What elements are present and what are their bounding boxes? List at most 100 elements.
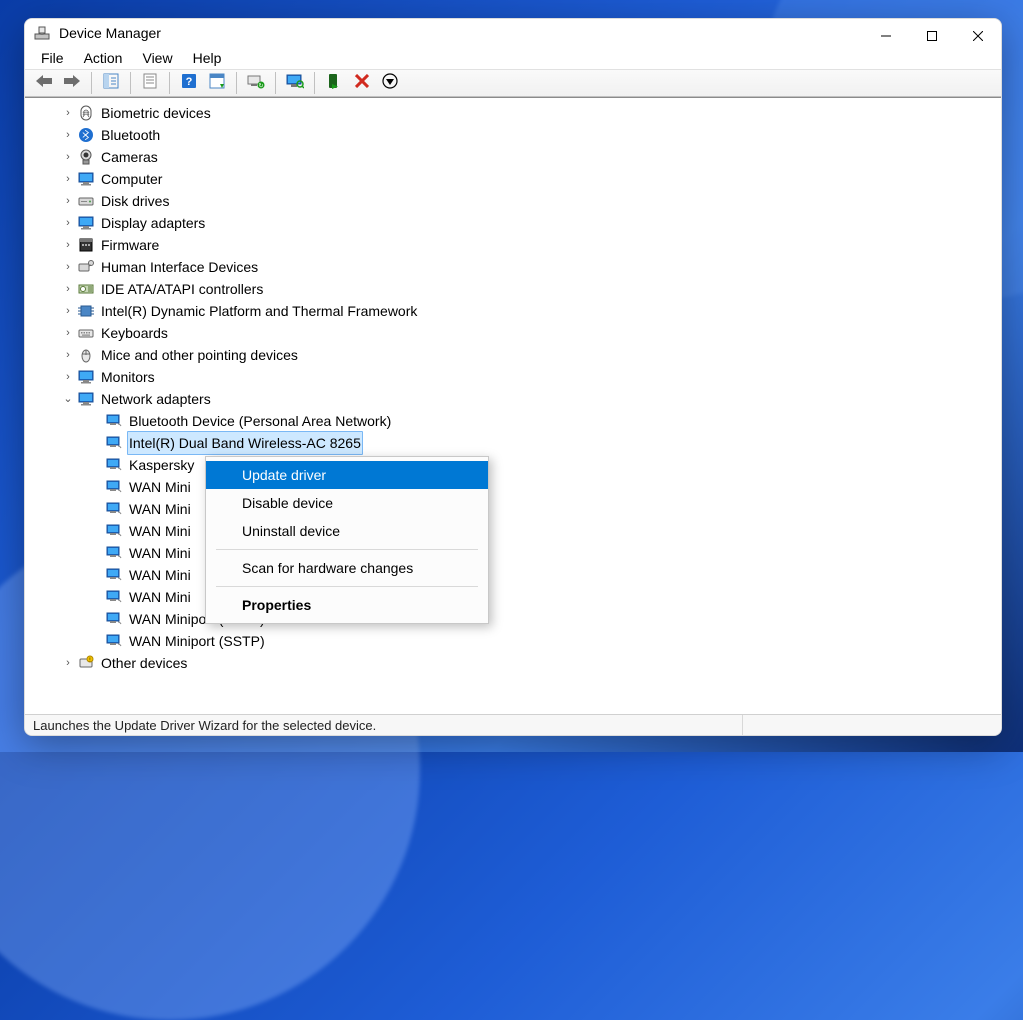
maximize-button[interactable] bbox=[909, 19, 955, 53]
menu-action[interactable]: Action bbox=[74, 47, 133, 69]
device-manager-window: Device Manager File Action View Help bbox=[24, 18, 1002, 736]
tree-item[interactable]: ›Cameras bbox=[33, 146, 1001, 168]
action-sheet-icon bbox=[209, 73, 225, 92]
expand-icon[interactable]: › bbox=[61, 124, 75, 146]
expand-icon[interactable]: › bbox=[61, 102, 75, 124]
context-menu-item[interactable]: Properties bbox=[206, 591, 488, 619]
tree-item-label: Human Interface Devices bbox=[99, 256, 260, 278]
expand-icon[interactable]: › bbox=[61, 322, 75, 344]
update-driver-icon: ↻ bbox=[247, 73, 265, 92]
menu-help[interactable]: Help bbox=[183, 47, 232, 69]
context-menu-separator bbox=[216, 549, 478, 550]
expand-icon[interactable]: › bbox=[61, 234, 75, 256]
tree-item[interactable]: WAN Mini bbox=[33, 586, 1001, 608]
tree-item[interactable]: ›Intel(R) Dynamic Platform and Thermal F… bbox=[33, 300, 1001, 322]
expand-icon[interactable]: › bbox=[61, 366, 75, 388]
enable-icon bbox=[327, 73, 341, 92]
scan-monitor-icon bbox=[286, 73, 304, 92]
close-button[interactable] bbox=[955, 19, 1001, 53]
netadapter-icon bbox=[105, 500, 123, 518]
context-menu-item[interactable]: Uninstall device bbox=[206, 517, 488, 545]
tree-item-label: Keyboards bbox=[99, 322, 170, 344]
expand-icon[interactable]: › bbox=[61, 212, 75, 234]
tree-item[interactable]: WAN Mini bbox=[33, 498, 1001, 520]
mouse-icon bbox=[77, 346, 95, 364]
update-driver-button[interactable]: ↻ bbox=[243, 70, 269, 96]
netadapter-icon bbox=[105, 456, 123, 474]
tree-item[interactable]: › IDE ATA/ATAPI controllers bbox=[33, 278, 1001, 300]
expand-icon[interactable]: › bbox=[61, 344, 75, 366]
expand-icon[interactable]: › bbox=[61, 190, 75, 212]
menu-view[interactable]: View bbox=[132, 47, 182, 69]
netadapter-icon bbox=[105, 434, 123, 452]
ide-icon bbox=[77, 280, 95, 298]
help-button[interactable]: ? bbox=[176, 70, 202, 96]
expand-icon[interactable]: › bbox=[61, 168, 75, 190]
back-button[interactable] bbox=[31, 70, 57, 96]
expand-icon[interactable]: › bbox=[61, 652, 75, 674]
tree-item-label: Display adapters bbox=[99, 212, 207, 234]
delete-x-icon bbox=[355, 74, 369, 91]
monitor-icon bbox=[77, 368, 95, 386]
tree-item[interactable]: WAN Mini bbox=[33, 476, 1001, 498]
svg-text:!: ! bbox=[89, 657, 90, 663]
tree-item[interactable]: WAN Mini bbox=[33, 520, 1001, 542]
tree-item[interactable]: › Human Interface Devices bbox=[33, 256, 1001, 278]
tree-item[interactable]: › Display adapters bbox=[33, 212, 1001, 234]
menu-file[interactable]: File bbox=[31, 47, 74, 69]
monitor-icon bbox=[77, 214, 95, 232]
show-hide-tree-button[interactable] bbox=[98, 70, 124, 96]
expand-icon[interactable]: › bbox=[61, 256, 75, 278]
tree-item[interactable]: ⌄ Network adapters bbox=[33, 388, 1001, 410]
tree-item-label: WAN Mini bbox=[127, 586, 193, 608]
context-menu-item[interactable]: Scan for hardware changes bbox=[206, 554, 488, 582]
minimize-button[interactable] bbox=[863, 19, 909, 53]
other-icon: ! bbox=[77, 654, 95, 672]
collapse-icon[interactable]: ⌄ bbox=[61, 388, 75, 410]
tree-item-label: Bluetooth Device (Personal Area Network) bbox=[127, 410, 393, 432]
tree-item-label: IDE ATA/ATAPI controllers bbox=[99, 278, 265, 300]
tree-item[interactable]: Kaspersky bbox=[33, 454, 1001, 476]
statusbar: Launches the Update Driver Wizard for th… bbox=[25, 714, 1001, 735]
forward-button[interactable] bbox=[59, 70, 85, 96]
biometric-icon bbox=[77, 104, 95, 122]
app-icon bbox=[33, 24, 51, 42]
device-tree[interactable]: ›Biometric devices›Bluetooth›Cameras›Com… bbox=[25, 98, 1001, 714]
tree-item[interactable]: › Monitors bbox=[33, 366, 1001, 388]
netadapter-icon bbox=[105, 588, 123, 606]
tree-item[interactable]: Intel(R) Dual Band Wireless-AC 8265 bbox=[33, 432, 1001, 454]
properties-button[interactable] bbox=[137, 70, 163, 96]
tree-item[interactable]: Bluetooth Device (Personal Area Network) bbox=[33, 410, 1001, 432]
tree-item-label: Computer bbox=[99, 168, 164, 190]
tree-item[interactable]: WAN Mini bbox=[33, 564, 1001, 586]
tree-item[interactable]: › Keyboards bbox=[33, 322, 1001, 344]
action-button[interactable] bbox=[204, 70, 230, 96]
toolbar: ? ↻ bbox=[25, 70, 1001, 97]
tree-item-label: WAN Mini bbox=[127, 520, 193, 542]
tree-item[interactable]: ›!Other devices bbox=[33, 652, 1001, 674]
netadapter-icon bbox=[105, 412, 123, 430]
tree-item[interactable]: ›Firmware bbox=[33, 234, 1001, 256]
enable-device-button[interactable] bbox=[321, 70, 347, 96]
tree-item[interactable]: › Computer bbox=[33, 168, 1001, 190]
tree-item[interactable]: WAN Miniport (SSTP) bbox=[33, 630, 1001, 652]
tree-item[interactable]: ›Biometric devices bbox=[33, 102, 1001, 124]
tree-item[interactable]: WAN Miniport (PPTP) bbox=[33, 608, 1001, 630]
tree-item[interactable]: ›Bluetooth bbox=[33, 124, 1001, 146]
camera-icon bbox=[77, 148, 95, 166]
disable-device-button[interactable] bbox=[377, 70, 403, 96]
context-menu-item[interactable]: Disable device bbox=[206, 489, 488, 517]
chip-icon bbox=[77, 302, 95, 320]
uninstall-device-button[interactable] bbox=[349, 70, 375, 96]
expand-icon[interactable]: › bbox=[61, 300, 75, 322]
tree-item-label: Monitors bbox=[99, 366, 157, 388]
tree-item[interactable]: WAN Mini bbox=[33, 542, 1001, 564]
tree-item[interactable]: ›Disk drives bbox=[33, 190, 1001, 212]
scan-hardware-button[interactable] bbox=[282, 70, 308, 96]
expand-icon[interactable]: › bbox=[61, 278, 75, 300]
tree-item[interactable]: ›Mice and other pointing devices bbox=[33, 344, 1001, 366]
expand-icon[interactable]: › bbox=[61, 146, 75, 168]
hid-icon bbox=[77, 258, 95, 276]
tree-item-label: Network adapters bbox=[99, 388, 213, 410]
context-menu-item[interactable]: Update driver bbox=[206, 461, 488, 489]
